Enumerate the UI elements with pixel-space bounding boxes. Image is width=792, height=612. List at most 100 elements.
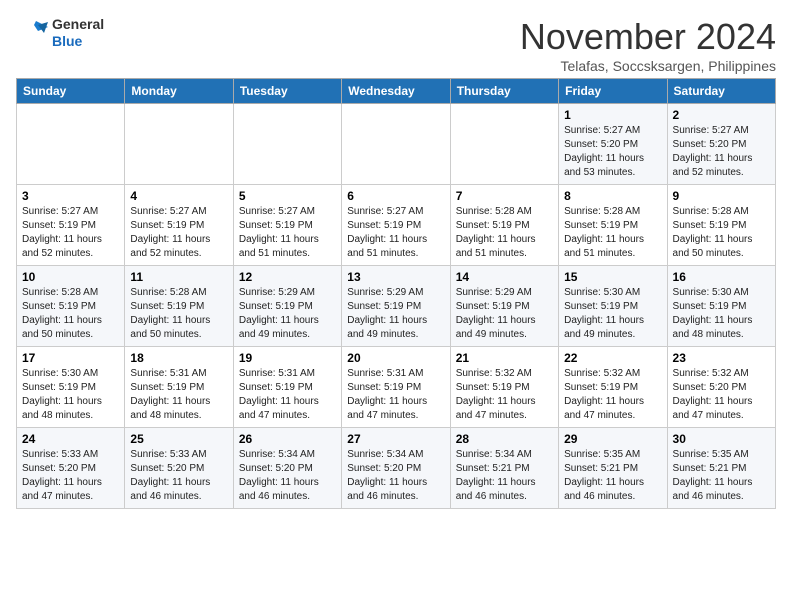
month-title: November 2024 <box>520 16 776 58</box>
day-info: Sunrise: 5:32 AMSunset: 5:19 PMDaylight:… <box>456 367 553 423</box>
calendar-cell <box>17 104 125 185</box>
calendar-cell: 4 Sunrise: 5:27 AMSunset: 5:19 PMDaylight… <box>125 185 233 266</box>
day-number: 25 <box>130 432 227 446</box>
day-info: Sunrise: 5:27 AMSunset: 5:20 PMDaylight:… <box>673 124 770 180</box>
day-number: 7 <box>456 189 553 203</box>
day-info: Sunrise: 5:28 AMSunset: 5:19 PMDaylight:… <box>673 205 770 261</box>
weekday-header-friday: Friday <box>559 79 667 104</box>
day-number: 8 <box>564 189 661 203</box>
calendar-cell <box>450 104 558 185</box>
day-number: 28 <box>456 432 553 446</box>
day-info: Sunrise: 5:27 AMSunset: 5:20 PMDaylight:… <box>564 124 661 180</box>
calendar-week-4: 17 Sunrise: 5:30 AMSunset: 5:19 PMDayligh… <box>17 347 776 428</box>
calendar-cell: 13 Sunrise: 5:29 AMSunset: 5:19 PMDayligh… <box>342 266 450 347</box>
calendar-cell <box>233 104 341 185</box>
day-info: Sunrise: 5:29 AMSunset: 5:19 PMDaylight:… <box>239 286 336 342</box>
day-number: 13 <box>347 270 444 284</box>
calendar-cell: 1Sunrise: 5:27 AMSunset: 5:20 PMDaylight… <box>559 104 667 185</box>
day-info: Sunrise: 5:27 AMSunset: 5:19 PMDaylight:… <box>130 205 227 261</box>
calendar-cell: 16 Sunrise: 5:30 AMSunset: 5:19 PMDayligh… <box>667 266 775 347</box>
day-number: 5 <box>239 189 336 203</box>
page-header: General Blue November 2024 Telafas, Socc… <box>16 16 776 74</box>
day-number: 15 <box>564 270 661 284</box>
day-number: 3 <box>22 189 119 203</box>
day-number: 17 <box>22 351 119 365</box>
day-number: 14 <box>456 270 553 284</box>
day-info: Sunrise: 5:28 AMSunset: 5:19 PMDaylight:… <box>130 286 227 342</box>
day-number: 19 <box>239 351 336 365</box>
day-number: 10 <box>22 270 119 284</box>
calendar-cell: 12 Sunrise: 5:29 AMSunset: 5:19 PMDayligh… <box>233 266 341 347</box>
calendar-cell: 18Sunrise: 5:31 AMSunset: 5:19 PMDayligh… <box>125 347 233 428</box>
day-info: Sunrise: 5:29 AMSunset: 5:19 PMDaylight:… <box>347 286 444 342</box>
weekday-header-monday: Monday <box>125 79 233 104</box>
calendar-cell: 8 Sunrise: 5:28 AMSunset: 5:19 PMDaylight… <box>559 185 667 266</box>
day-number: 26 <box>239 432 336 446</box>
day-info: Sunrise: 5:28 AMSunset: 5:19 PMDaylight:… <box>456 205 553 261</box>
day-info: Sunrise: 5:33 AMSunset: 5:20 PMDaylight:… <box>22 448 119 504</box>
day-info: Sunrise: 5:31 AMSunset: 5:19 PMDaylight:… <box>130 367 227 423</box>
day-number: 29 <box>564 432 661 446</box>
day-info: Sunrise: 5:35 AMSunset: 5:21 PMDaylight:… <box>673 448 770 504</box>
weekday-header-thursday: Thursday <box>450 79 558 104</box>
day-info: Sunrise: 5:30 AMSunset: 5:19 PMDaylight:… <box>673 286 770 342</box>
day-number: 24 <box>22 432 119 446</box>
day-info: Sunrise: 5:28 AMSunset: 5:19 PMDaylight:… <box>22 286 119 342</box>
day-number: 20 <box>347 351 444 365</box>
logo-container: General Blue <box>16 16 104 50</box>
day-number: 22 <box>564 351 661 365</box>
day-number: 30 <box>673 432 770 446</box>
logo: General Blue <box>16 16 104 50</box>
calendar-cell: 9 Sunrise: 5:28 AMSunset: 5:19 PMDaylight… <box>667 185 775 266</box>
weekday-header-tuesday: Tuesday <box>233 79 341 104</box>
day-info: Sunrise: 5:32 AMSunset: 5:20 PMDaylight:… <box>673 367 770 423</box>
calendar-cell: 24 Sunrise: 5:33 AMSunset: 5:20 PMDayligh… <box>17 428 125 509</box>
calendar-cell: 27 Sunrise: 5:34 AMSunset: 5:20 PMDayligh… <box>342 428 450 509</box>
calendar-cell <box>342 104 450 185</box>
calendar-cell: 29 Sunrise: 5:35 AMSunset: 5:21 PMDayligh… <box>559 428 667 509</box>
day-info: Sunrise: 5:35 AMSunset: 5:21 PMDaylight:… <box>564 448 661 504</box>
day-info: Sunrise: 5:32 AMSunset: 5:19 PMDaylight:… <box>564 367 661 423</box>
calendar-cell: 11Sunrise: 5:28 AMSunset: 5:19 PMDayligh… <box>125 266 233 347</box>
day-number: 6 <box>347 189 444 203</box>
title-block: November 2024 Telafas, Soccsksargen, Phi… <box>520 16 776 74</box>
calendar-week-5: 24 Sunrise: 5:33 AMSunset: 5:20 PMDayligh… <box>17 428 776 509</box>
calendar-cell: 19 Sunrise: 5:31 AMSunset: 5:19 PMDayligh… <box>233 347 341 428</box>
day-number: 12 <box>239 270 336 284</box>
calendar-cell <box>125 104 233 185</box>
day-number: 2 <box>673 108 770 122</box>
calendar-week-3: 10 Sunrise: 5:28 AMSunset: 5:19 PMDayligh… <box>17 266 776 347</box>
location-subtitle: Telafas, Soccsksargen, Philippines <box>520 58 776 74</box>
day-number: 23 <box>673 351 770 365</box>
day-info: Sunrise: 5:30 AMSunset: 5:19 PMDaylight:… <box>564 286 661 342</box>
calendar-cell: 26 Sunrise: 5:34 AMSunset: 5:20 PMDayligh… <box>233 428 341 509</box>
weekday-header-wednesday: Wednesday <box>342 79 450 104</box>
day-number: 27 <box>347 432 444 446</box>
day-info: Sunrise: 5:34 AMSunset: 5:20 PMDaylight:… <box>239 448 336 504</box>
day-number: 4 <box>130 189 227 203</box>
calendar-cell: 22 Sunrise: 5:32 AMSunset: 5:19 PMDayligh… <box>559 347 667 428</box>
day-info: Sunrise: 5:27 AMSunset: 5:19 PMDaylight:… <box>347 205 444 261</box>
weekday-header-row: SundayMondayTuesdayWednesdayThursdayFrid… <box>17 79 776 104</box>
calendar-cell: 10 Sunrise: 5:28 AMSunset: 5:19 PMDayligh… <box>17 266 125 347</box>
day-number: 9 <box>673 189 770 203</box>
calendar-cell: 6 Sunrise: 5:27 AMSunset: 5:19 PMDaylight… <box>342 185 450 266</box>
calendar-cell: 23 Sunrise: 5:32 AMSunset: 5:20 PMDayligh… <box>667 347 775 428</box>
day-info: Sunrise: 5:29 AMSunset: 5:19 PMDaylight:… <box>456 286 553 342</box>
day-info: Sunrise: 5:34 AMSunset: 5:20 PMDaylight:… <box>347 448 444 504</box>
calendar-cell: 20Sunrise: 5:31 AMSunset: 5:19 PMDayligh… <box>342 347 450 428</box>
logo-bird-icon <box>16 17 48 49</box>
day-info: Sunrise: 5:30 AMSunset: 5:19 PMDaylight:… <box>22 367 119 423</box>
calendar-cell: 17 Sunrise: 5:30 AMSunset: 5:19 PMDayligh… <box>17 347 125 428</box>
calendar-cell: 2 Sunrise: 5:27 AMSunset: 5:20 PMDaylight… <box>667 104 775 185</box>
day-info: Sunrise: 5:28 AMSunset: 5:19 PMDaylight:… <box>564 205 661 261</box>
calendar-cell: 7 Sunrise: 5:28 AMSunset: 5:19 PMDaylight… <box>450 185 558 266</box>
weekday-header-sunday: Sunday <box>17 79 125 104</box>
calendar-cell: 25Sunrise: 5:33 AMSunset: 5:20 PMDayligh… <box>125 428 233 509</box>
day-number: 16 <box>673 270 770 284</box>
day-info: Sunrise: 5:31 AMSunset: 5:19 PMDaylight:… <box>239 367 336 423</box>
calendar-cell: 21Sunrise: 5:32 AMSunset: 5:19 PMDayligh… <box>450 347 558 428</box>
day-info: Sunrise: 5:34 AMSunset: 5:21 PMDaylight:… <box>456 448 553 504</box>
calendar-cell: 5Sunrise: 5:27 AMSunset: 5:19 PMDaylight… <box>233 185 341 266</box>
calendar-cell: 28 Sunrise: 5:34 AMSunset: 5:21 PMDayligh… <box>450 428 558 509</box>
